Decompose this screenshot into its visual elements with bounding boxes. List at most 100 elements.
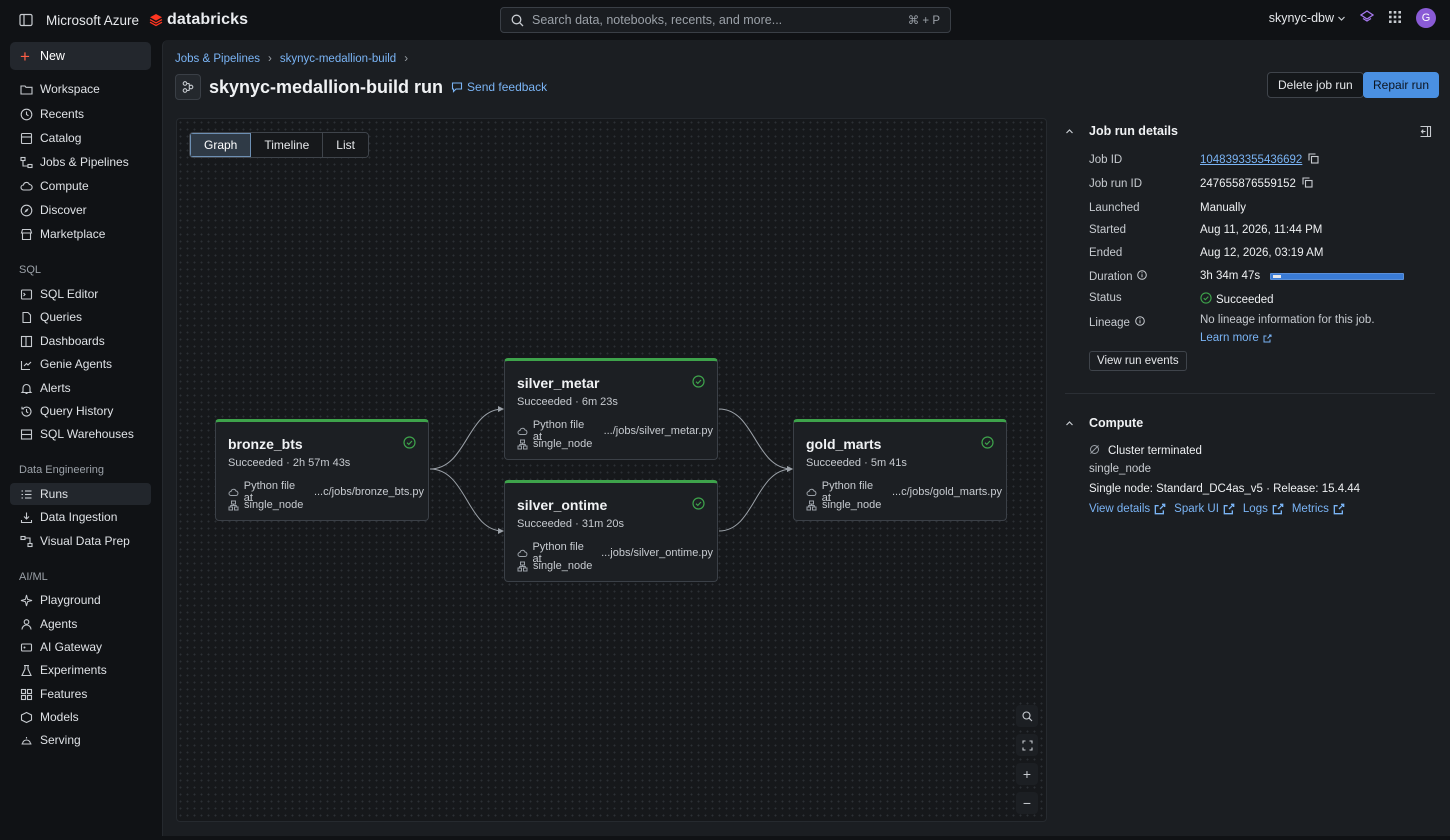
lineage-value: No lineage information for this job. [1200,314,1375,326]
sidebar-item-agents[interactable]: Agents [10,613,151,635]
sparkle-icon [19,593,33,607]
cloud-icon [228,487,240,498]
task-cluster: single_node [517,560,713,572]
send-feedback-link[interactable]: Send feedback [451,80,547,94]
status-label: Status [1089,292,1122,304]
sidebar-item-jobs-pipelines[interactable]: Jobs & Pipelines [10,151,151,173]
delete-job-run-button[interactable]: Delete job run [1267,72,1364,98]
sidebar-item-data-ingestion[interactable]: Data Ingestion [10,506,151,528]
task-name: silver_ontime [517,497,608,513]
sidebar-item-query-history[interactable]: Query History [10,400,151,422]
sidebar-item-alerts[interactable]: Alerts [10,377,151,399]
section-divider [1065,393,1435,394]
sidebar-item-sql-warehouses[interactable]: SQL Warehouses [10,423,151,445]
sidebar-item-playground[interactable]: Playground [10,589,151,611]
sidebar-item-label: Agents [40,617,78,631]
sidebar-item-catalog[interactable]: Catalog [10,127,151,149]
sidebar-item-marketplace[interactable]: Marketplace [10,223,151,245]
new-button[interactable]: + New [10,42,151,70]
folder-icon [19,82,33,96]
global-search-input[interactable]: Search data, notebooks, recents, and mor… [500,7,951,33]
sidebar-item-label: Query History [40,404,114,418]
sidebar-item-label: Playground [40,593,101,607]
copy-icon[interactable] [1302,177,1313,191]
sidebar-item-discover[interactable]: Discover [10,199,151,221]
spark-ui-link[interactable]: Spark UI [1174,503,1235,515]
lineage-label-row: Lineage [1089,316,1145,329]
learn-more-link[interactable]: Learn more [1200,332,1272,344]
sidebar-item-ai-gateway[interactable]: AI Gateway [10,636,151,658]
collapse-panel-icon[interactable] [1419,125,1432,141]
graph-search-button[interactable] [1016,705,1038,727]
compute-header[interactable]: Compute [1065,416,1143,430]
fit-view-button[interactable] [1016,734,1038,756]
sidebar-item-serving[interactable]: Serving [10,729,151,751]
breadcrumb-jobs-pipelines[interactable]: Jobs & Pipelines [175,53,260,65]
sidebar-item-features[interactable]: Features [10,683,151,705]
flask-icon [19,663,33,677]
sidebar-item-runs[interactable]: Runs [10,483,151,505]
cluster-spec: Single node: Standard_DC4as_v5 · Release… [1089,483,1361,495]
sidebar-item-label: Alerts [40,381,71,395]
sidebar-item-label: Features [40,687,88,701]
page-title: skynyc-medallion-build run [209,76,444,97]
sidebar-item-workspace[interactable]: Workspace [10,78,151,100]
cloud-icon [19,179,33,193]
job-run-details-header[interactable]: Job run details [1065,124,1178,138]
search-icon [511,14,524,26]
serving-icon [19,733,33,747]
sidebar-item-genie-agents[interactable]: Genie Agents [10,353,151,375]
cluster-name: single_node [1089,463,1152,475]
assistant-icon[interactable] [1359,9,1375,27]
started-label: Started [1089,224,1127,236]
info-icon[interactable] [1137,270,1148,283]
sidebar-item-compute[interactable]: Compute [10,175,151,197]
section-title: Job run details [1089,124,1178,138]
sidebar-item-label: Dashboards [40,334,105,348]
sidebar: + New Workspace Recents Catalog Jobs & P… [0,40,162,840]
task-status: Succeeded · 2h 57m 43s [228,457,351,469]
sidebar-item-label: Compute [40,179,89,193]
task-node-bronze-bts[interactable]: bronze_bts Succeeded · 2h 57m 43s Python… [215,419,429,521]
sidebar-item-label: SQL Editor [40,287,99,301]
sidebar-item-sql-editor[interactable]: SQL Editor [10,283,151,305]
graph-canvas[interactable]: Graph Timeline List bronze_bts Succeeded… [176,118,1047,822]
copy-icon[interactable] [1308,153,1319,167]
cloud-icon [517,548,528,559]
edge-silver-ontime-gold [718,466,793,532]
logs-link[interactable]: Logs [1243,503,1284,515]
apps-grid-icon[interactable] [1388,10,1402,27]
workspace-switcher[interactable]: skynyc-dbw [1269,11,1346,25]
task-node-silver-ontime[interactable]: silver_ontime Succeeded · 31m 20s Python… [504,480,718,582]
sidebar-item-recents[interactable]: Recents [10,103,151,125]
task-node-silver-metar[interactable]: silver_metar Succeeded · 6m 23s Python f… [504,358,718,460]
breadcrumb: Jobs & Pipelines › skynyc-medallion-buil… [175,53,408,65]
genie-icon [19,357,33,371]
search-icon [1021,710,1032,721]
dashboard-icon [19,334,33,348]
zoom-out-button[interactable]: − [1016,792,1038,814]
metrics-link[interactable]: Metrics [1292,503,1345,515]
sidebar-item-visual-data-prep[interactable]: Visual Data Prep [10,530,151,552]
info-icon[interactable] [1135,316,1145,329]
user-avatar[interactable]: G [1416,8,1436,28]
cluster-icon [228,500,240,511]
external-link-icon [1263,334,1272,342]
repair-run-button[interactable]: Repair run [1363,72,1440,98]
sidebar-toggle-icon[interactable] [18,12,34,28]
sidebar-item-dashboards[interactable]: Dashboards [10,330,151,352]
breadcrumb-job[interactable]: skynyc-medallion-build [280,53,396,65]
view-details-link[interactable]: View details [1089,503,1166,515]
sidebar-item-experiments[interactable]: Experiments [10,659,151,681]
task-node-gold-marts[interactable]: gold_marts Succeeded · 5m 41s Python fil… [793,419,1007,521]
sidebar-item-models[interactable]: Models [10,706,151,728]
databricks-logo[interactable]: databricks [149,11,248,29]
sql-section-label: SQL [19,264,42,276]
sidebar-item-queries[interactable]: Queries [10,306,151,328]
zoom-in-button[interactable]: + [1016,763,1038,785]
sql-editor-icon [19,287,33,301]
job-id-link[interactable]: 1048393355436692 [1200,154,1302,166]
view-run-events-button[interactable]: View run events [1089,351,1187,371]
cloud-brand: Microsoft Azure [46,12,140,28]
success-check-icon [692,375,705,391]
